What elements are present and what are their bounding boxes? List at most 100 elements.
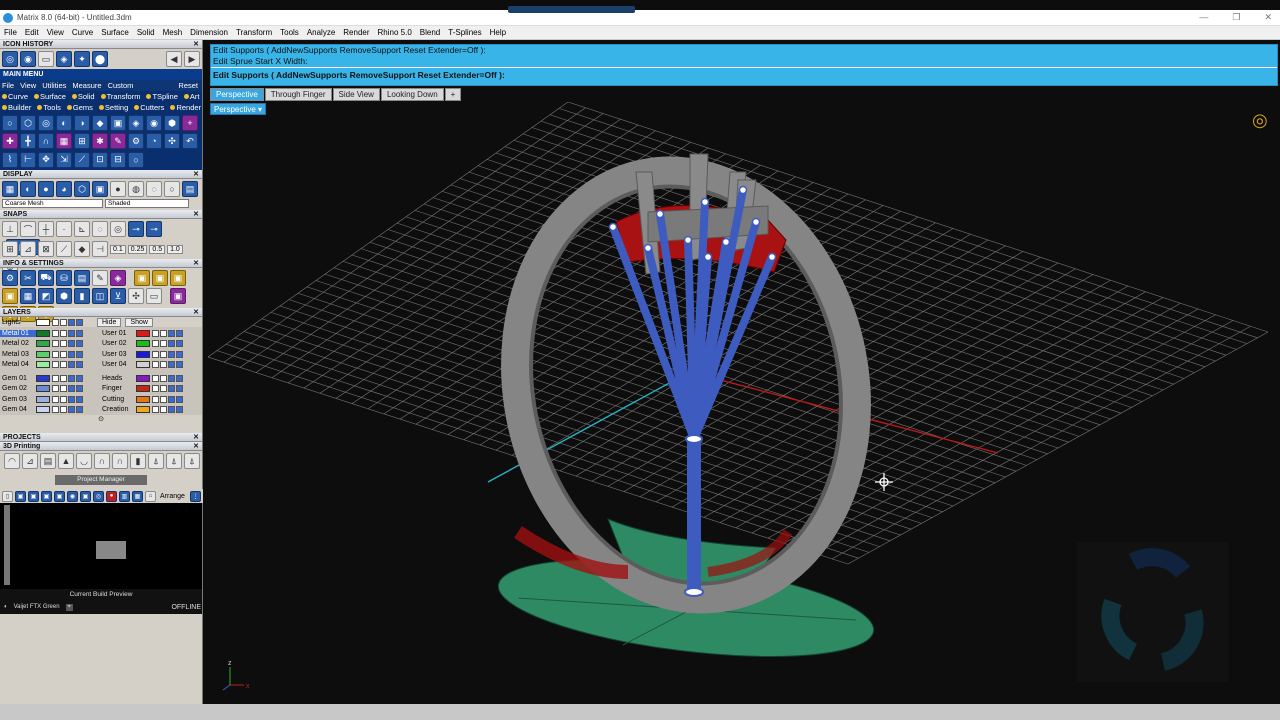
mm-builder[interactable]: Builder (2, 102, 31, 113)
tool-icon[interactable]: ◈ (110, 270, 126, 286)
ring-icon[interactable]: ◎ (1252, 110, 1272, 140)
mm-render[interactable]: Render (170, 102, 201, 113)
shape-icon[interactable]: ⊟ (110, 151, 126, 168)
tab-through-finger[interactable]: Through Finger (264, 88, 332, 101)
layer-color-swatch[interactable] (136, 361, 150, 369)
snap-icon[interactable]: ┼ (38, 221, 54, 237)
gem-icon[interactable]: ◆ (92, 115, 108, 131)
mm-view[interactable]: View (20, 80, 36, 91)
snap-icon[interactable]: ⊸ (128, 221, 144, 237)
shape-icon[interactable]: ⊡ (92, 151, 108, 168)
arrange-button[interactable]: Arrange (160, 493, 185, 500)
layer-toggles[interactable] (152, 395, 183, 403)
layer-toggles[interactable] (152, 340, 183, 348)
menu-transform[interactable]: Transform (236, 28, 272, 37)
layer-name[interactable]: User 02 (100, 340, 136, 347)
layer-row[interactable]: Metal 04 (0, 360, 100, 371)
printer-name[interactable]: Vaijet FTX Green (14, 604, 60, 610)
layer-toggles[interactable] (52, 340, 83, 348)
print-tool-icon[interactable]: ∩ (112, 453, 128, 469)
arc-icon[interactable]: ∩ (38, 133, 54, 150)
viewport-label[interactable]: Perspective ▾ (210, 103, 266, 115)
menu-edit[interactable]: Edit (25, 28, 39, 37)
display-mode-icon[interactable]: ◐ (20, 181, 36, 197)
layer-toggles[interactable] (52, 385, 83, 393)
mm-gems[interactable]: Gems (66, 102, 93, 113)
history-tool-icon[interactable]: ◎ (2, 51, 18, 67)
layer-name[interactable]: User 03 (100, 351, 136, 358)
layer-name[interactable]: Metal 04 (0, 361, 36, 368)
shape-icon[interactable]: ○ (128, 151, 144, 168)
shape-icon[interactable]: ⌇ (2, 151, 18, 168)
print-tool-icon[interactable]: ▤ (40, 453, 56, 469)
layer-row[interactable]: Gem 02 (0, 384, 100, 395)
menu-blend[interactable]: Blend (420, 28, 440, 37)
page-icon[interactable]: ▯ (2, 490, 13, 502)
snap-icon[interactable]: ◎ (110, 221, 126, 237)
print-tool-icon[interactable]: ⍋ (148, 453, 164, 469)
mm-cutters[interactable]: Cutters (134, 102, 164, 113)
build-tool-icon[interactable]: ⌂ (145, 490, 156, 502)
mesh-select[interactable]: Coarse Mesh (2, 199, 103, 208)
layer-toggles[interactable] (152, 329, 183, 337)
print-tool-icon[interactable]: ▮ (130, 453, 146, 469)
tool-icon[interactable]: ▣ (152, 270, 168, 286)
shape-icon[interactable]: ⊞ (74, 133, 90, 150)
layer-toggles[interactable] (152, 361, 183, 369)
close-icon[interactable]: ✕ (193, 308, 199, 317)
display-mode-icon[interactable]: ▦ (2, 181, 18, 197)
settings-icon[interactable]: ⚙ (2, 270, 18, 286)
snap-icon[interactable]: ⊣ (92, 241, 108, 257)
snap-value-2[interactable]: 0.25 (127, 244, 148, 254)
polygon-icon[interactable]: ⬡ (20, 115, 36, 131)
history-tool-icon[interactable]: ✦ (74, 51, 90, 67)
shape-icon[interactable]: ⚙ (128, 133, 144, 150)
layer-row[interactable]: Metal 01 (0, 328, 100, 339)
history-tool-icon[interactable]: ⬤ (92, 51, 108, 67)
location-icon[interactable]: ⌖ (65, 603, 73, 611)
sphere-icon[interactable]: ● (110, 181, 126, 197)
shape-icon[interactable]: ◔ (146, 133, 162, 150)
snap-icon[interactable]: ⊞ (2, 241, 18, 257)
layer-row[interactable]: Metal 03 (0, 349, 100, 360)
menu-rhino[interactable]: Rhino 5.0 (378, 28, 412, 37)
snap-value-1[interactable]: 0.1 (110, 244, 126, 254)
build-slider[interactable] (4, 505, 10, 585)
layer-toggles[interactable] (152, 374, 183, 382)
print-tool-icon[interactable]: ⊿ (22, 453, 38, 469)
mm-setting[interactable]: Setting (98, 102, 128, 113)
snap-icon[interactable]: · (56, 221, 72, 237)
layers-collapse-icon[interactable]: ⊙ (0, 415, 202, 433)
record-icon[interactable]: ● (106, 490, 117, 502)
tool-icon[interactable]: ⛁ (56, 270, 72, 286)
display-mode-icon[interactable]: ◕ (56, 181, 72, 197)
menu-solid[interactable]: Solid (137, 28, 155, 37)
layer-color-swatch[interactable] (36, 406, 50, 414)
grid-icon[interactable]: ⋮ (190, 490, 201, 502)
layer-row[interactable]: User 02 (100, 339, 200, 350)
shape-icon[interactable]: ◑ (74, 115, 90, 131)
tool-icon[interactable]: ▤ (74, 270, 90, 286)
layer-color-swatch[interactable] (136, 340, 150, 348)
layer-row[interactable]: Metal 02 (0, 339, 100, 350)
layer-toggles[interactable] (52, 395, 83, 403)
tool-icon[interactable]: ✣ (128, 288, 144, 304)
shape-icon[interactable]: ▦ (56, 133, 72, 150)
tool-icon[interactable]: ✂ (20, 270, 36, 286)
close-icon[interactable]: ✕ (193, 442, 199, 451)
circle-icon[interactable]: ○ (2, 115, 18, 131)
layer-toggles[interactable] (52, 361, 83, 369)
snap-icon[interactable]: ⟋ (56, 241, 72, 257)
arrow-right-icon[interactable]: ▶ (184, 51, 200, 67)
shape-icon[interactable]: ⬢ (164, 115, 180, 131)
shape-icon[interactable]: ✣ (164, 133, 180, 150)
snap-icon[interactable]: ⊾ (74, 221, 90, 237)
mm-custom[interactable]: Custom (108, 80, 134, 91)
build-tool-icon[interactable]: ▣ (80, 490, 91, 502)
snap-icon[interactable]: ⊿ (20, 241, 36, 257)
shape-icon[interactable]: ⇲ (56, 151, 72, 168)
history-tool-icon[interactable]: ◈ (56, 51, 72, 67)
display-mode-icon[interactable]: ⬡ (74, 181, 90, 197)
tool-icon[interactable]: ▭ (146, 288, 162, 304)
tool-icon[interactable]: ▣ (170, 270, 186, 286)
